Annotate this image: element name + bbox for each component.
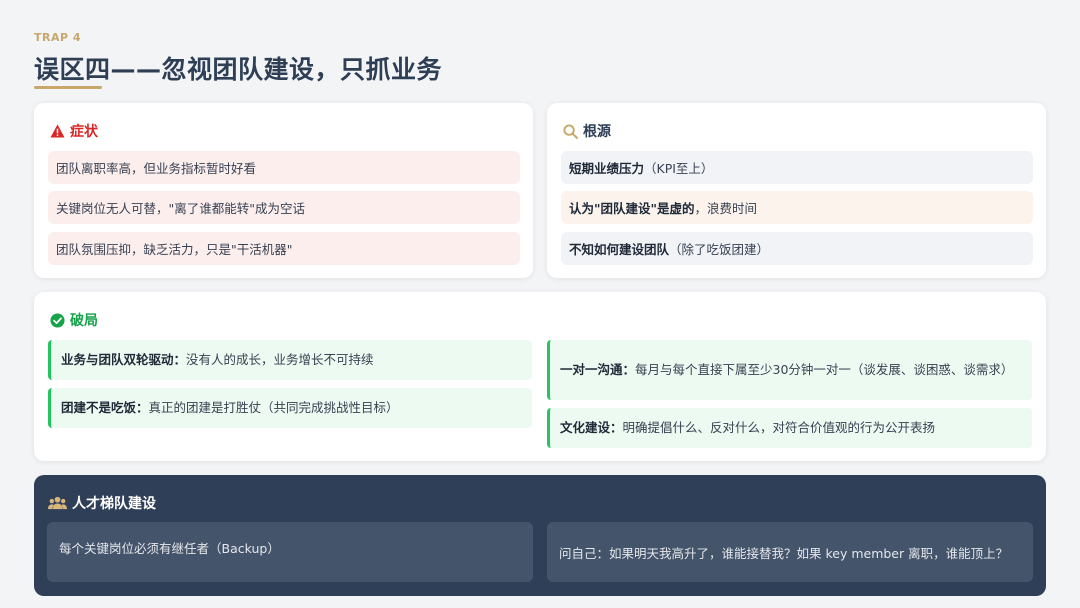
symptom-item: 团队离职率高，但业务指标暂时好看 bbox=[48, 151, 520, 184]
talent-title: 人才梯队建设 bbox=[72, 496, 156, 512]
check-circle-icon bbox=[50, 312, 65, 328]
symptom-item: 团队氛围压抑，缺乏活力，只是"干活机器" bbox=[48, 232, 520, 265]
root-cause-item-rest: ，浪费时间 bbox=[694, 201, 758, 216]
breakthrough-item-rest: 每月与每个直接下属至少30分钟一对一（谈发展、谈困惑、谈需求） bbox=[635, 362, 1014, 377]
symptoms-title: 症状 bbox=[70, 124, 98, 140]
talent-right-text: 问自己：如果明天我高升了，谁能接替我？如果 key member 离职，谁能顶上… bbox=[559, 545, 1009, 561]
talent-left-box: 每个关键岗位必须有继任者（Backup） bbox=[47, 522, 533, 582]
breakthrough-card: 破局 业务与团队双轮驱动： 没有人的成长，业务增长不可持续 团建不是吃饭： 真正的团… bbox=[34, 292, 1046, 461]
trap-label: TRAP 4 bbox=[34, 31, 82, 44]
root-cause-title: 根源 bbox=[583, 124, 611, 140]
breakthrough-item-text: 一对一沟通：每月与每个直接下属至少30分钟一对一（谈发展、谈困惑、谈需求） bbox=[560, 360, 1013, 380]
breakthrough-item-rest: 真正的团建是打胜仗（共同完成挑战性目标） bbox=[148, 400, 399, 415]
breakthrough-item-bold: 团建不是吃饭： bbox=[61, 400, 149, 415]
warning-icon bbox=[50, 124, 65, 138]
users-icon bbox=[48, 496, 67, 510]
root-cause-header: 根源 bbox=[563, 121, 611, 141]
title-underline bbox=[34, 86, 102, 89]
page-title: 误区四——忽视团队建设，只抓业务 bbox=[34, 55, 443, 84]
breakthrough-item: 文化建设： 明确提倡什么、反对什么，对符合价值观的行为公开表扬 bbox=[547, 408, 1032, 448]
root-cause-item-bold: 不知如何建设团队 bbox=[569, 242, 670, 257]
talent-right-box: 问自己：如果明天我高升了，谁能接替我？如果 key member 离职，谁能顶上… bbox=[547, 522, 1033, 582]
root-cause-item-rest: （除了吃饭团建） bbox=[669, 242, 770, 257]
breakthrough-item: 一对一沟通：每月与每个直接下属至少30分钟一对一（谈发展、谈困惑、谈需求） bbox=[547, 340, 1032, 400]
breakthrough-item: 业务与团队双轮驱动： 没有人的成长，业务增长不可持续 bbox=[48, 340, 532, 380]
symptoms-card: 症状 团队离职率高，但业务指标暂时好看 关键岗位无人可替，"离了谁都能转"成为空… bbox=[34, 103, 533, 278]
breakthrough-item-rest: 没有人的成长，业务增长不可持续 bbox=[186, 352, 374, 367]
root-cause-item: 认为"团队建设"是虚的 ，浪费时间 bbox=[561, 191, 1033, 224]
talent-pipeline-card: 人才梯队建设 每个关键岗位必须有继任者（Backup） 问自己：如果明天我高升了… bbox=[34, 475, 1046, 596]
root-cause-item-rest: （KPI至上） bbox=[644, 161, 714, 176]
symptoms-header: 症状 bbox=[50, 121, 98, 141]
breakthrough-item-bold: 业务与团队双轮驱动： bbox=[61, 352, 187, 367]
breakthrough-item-bold: 一对一沟通： bbox=[560, 362, 636, 377]
root-cause-card: 根源 短期业绩压力 （KPI至上） 认为"团队建设"是虚的 ，浪费时间 不知如何建设… bbox=[547, 103, 1046, 278]
breakthrough-item-bold: 文化建设： bbox=[560, 420, 623, 435]
breakthrough-item: 团建不是吃饭： 真正的团建是打胜仗（共同完成挑战性目标） bbox=[48, 388, 532, 428]
search-icon bbox=[563, 123, 578, 139]
root-cause-item: 不知如何建设团队 （除了吃饭团建） bbox=[561, 232, 1033, 265]
symptom-item: 关键岗位无人可替，"离了谁都能转"成为空话 bbox=[48, 191, 520, 224]
breakthrough-header: 破局 bbox=[50, 310, 98, 330]
breakthrough-title: 破局 bbox=[70, 313, 98, 329]
root-cause-item-bold: 认为"团队建设"是虚的 bbox=[569, 201, 695, 216]
root-cause-item: 短期业绩压力 （KPI至上） bbox=[561, 151, 1033, 184]
root-cause-item-bold: 短期业绩压力 bbox=[569, 161, 645, 176]
breakthrough-item-rest: 明确提倡什么、反对什么，对符合价值观的行为公开表扬 bbox=[622, 420, 936, 435]
talent-header: 人才梯队建设 bbox=[48, 493, 156, 513]
talent-left-text: 每个关键岗位必须有继任者（Backup） bbox=[59, 541, 280, 556]
